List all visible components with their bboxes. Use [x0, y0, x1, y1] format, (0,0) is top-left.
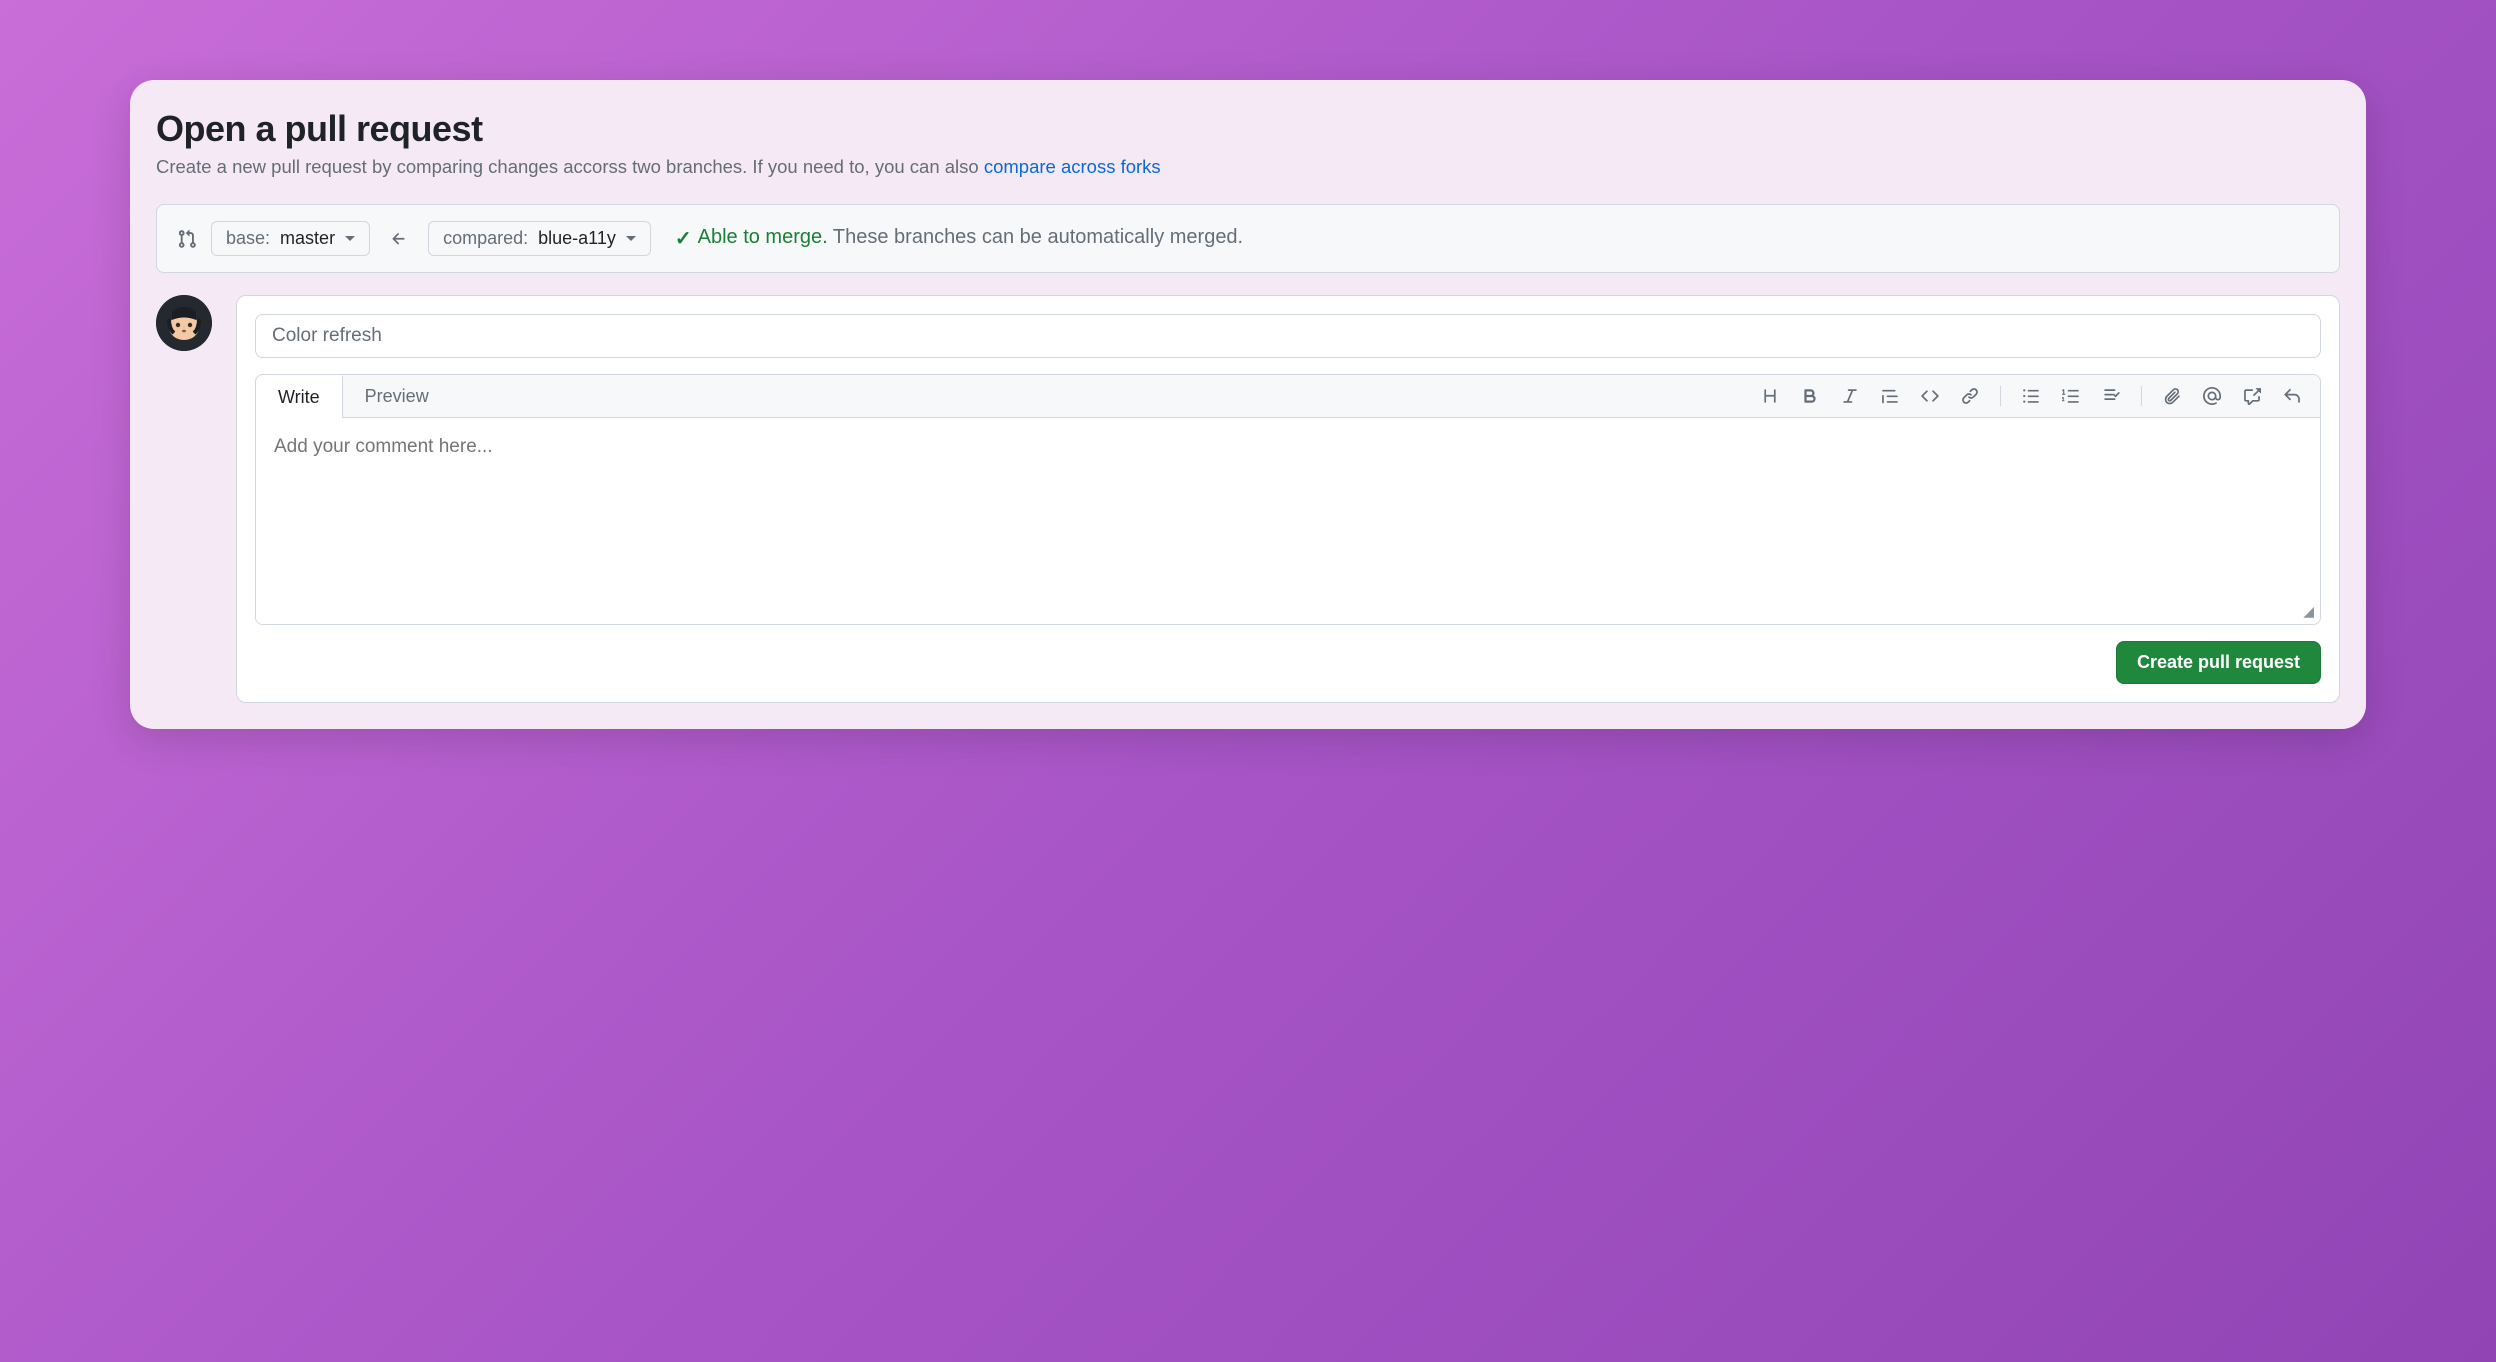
paperclip-icon[interactable] [2162, 386, 2182, 406]
tab-write[interactable]: Write [256, 375, 343, 418]
heading-icon[interactable] [1760, 386, 1780, 406]
unordered-list-icon[interactable] [2021, 386, 2041, 406]
base-label: base: [226, 228, 270, 249]
arrow-left-icon [384, 230, 414, 248]
base-value: master [280, 228, 335, 249]
page-subtitle: Create a new pull request by comparing c… [156, 156, 2340, 178]
merge-ok-text: Able to merge. [698, 226, 828, 248]
action-row: Create pull request [255, 641, 2321, 684]
markdown-toolbar [1760, 386, 2320, 406]
resize-handle[interactable]: ◢ [256, 603, 2320, 624]
compare-across-forks-link[interactable]: compare across forks [984, 156, 1161, 177]
tab-preview[interactable]: Preview [343, 376, 452, 417]
toolbar-separator [2141, 386, 2142, 406]
editor: Write Preview [255, 374, 2321, 625]
merge-status: ✓ Able to merge. These branches can be au… [675, 226, 1243, 251]
toolbar-separator [2000, 386, 2001, 406]
pr-title-input[interactable] [255, 314, 2321, 358]
compared-label: compared: [443, 228, 528, 249]
merge-detail-text: These branches can be automatically merg… [833, 226, 1243, 248]
reply-icon[interactable] [2282, 386, 2302, 406]
italic-icon[interactable] [1840, 386, 1860, 406]
compare-branch-select[interactable]: compared: blue-a11y [428, 221, 651, 256]
editor-tabs: Write Preview [256, 375, 2320, 418]
comment-card: Write Preview [236, 295, 2340, 703]
caret-down-icon [345, 236, 355, 241]
quote-icon[interactable] [1880, 386, 1900, 406]
check-icon: ✓ [675, 226, 692, 251]
code-icon[interactable] [1920, 386, 1940, 406]
body-row: Write Preview [156, 295, 2340, 703]
mention-icon[interactable] [2202, 386, 2222, 406]
cross-reference-icon[interactable] [2242, 386, 2262, 406]
bold-icon[interactable] [1800, 386, 1820, 406]
pull-request-panel: Open a pull request Create a new pull re… [130, 80, 2366, 729]
comment-textarea[interactable] [256, 418, 2320, 598]
compare-bar: base: master compared: blue-a11y ✓ Able t… [156, 204, 2340, 273]
avatar [156, 295, 212, 351]
ordered-list-icon[interactable] [2061, 386, 2081, 406]
compared-value: blue-a11y [538, 228, 616, 249]
caret-down-icon [626, 236, 636, 241]
subtitle-text: Create a new pull request by comparing c… [156, 156, 984, 177]
page-title: Open a pull request [156, 108, 2340, 150]
link-icon[interactable] [1960, 386, 1980, 406]
create-pull-request-button[interactable]: Create pull request [2116, 641, 2321, 684]
base-branch-select[interactable]: base: master [211, 221, 370, 256]
task-list-icon[interactable] [2101, 386, 2121, 406]
git-pull-request-icon [177, 229, 197, 249]
